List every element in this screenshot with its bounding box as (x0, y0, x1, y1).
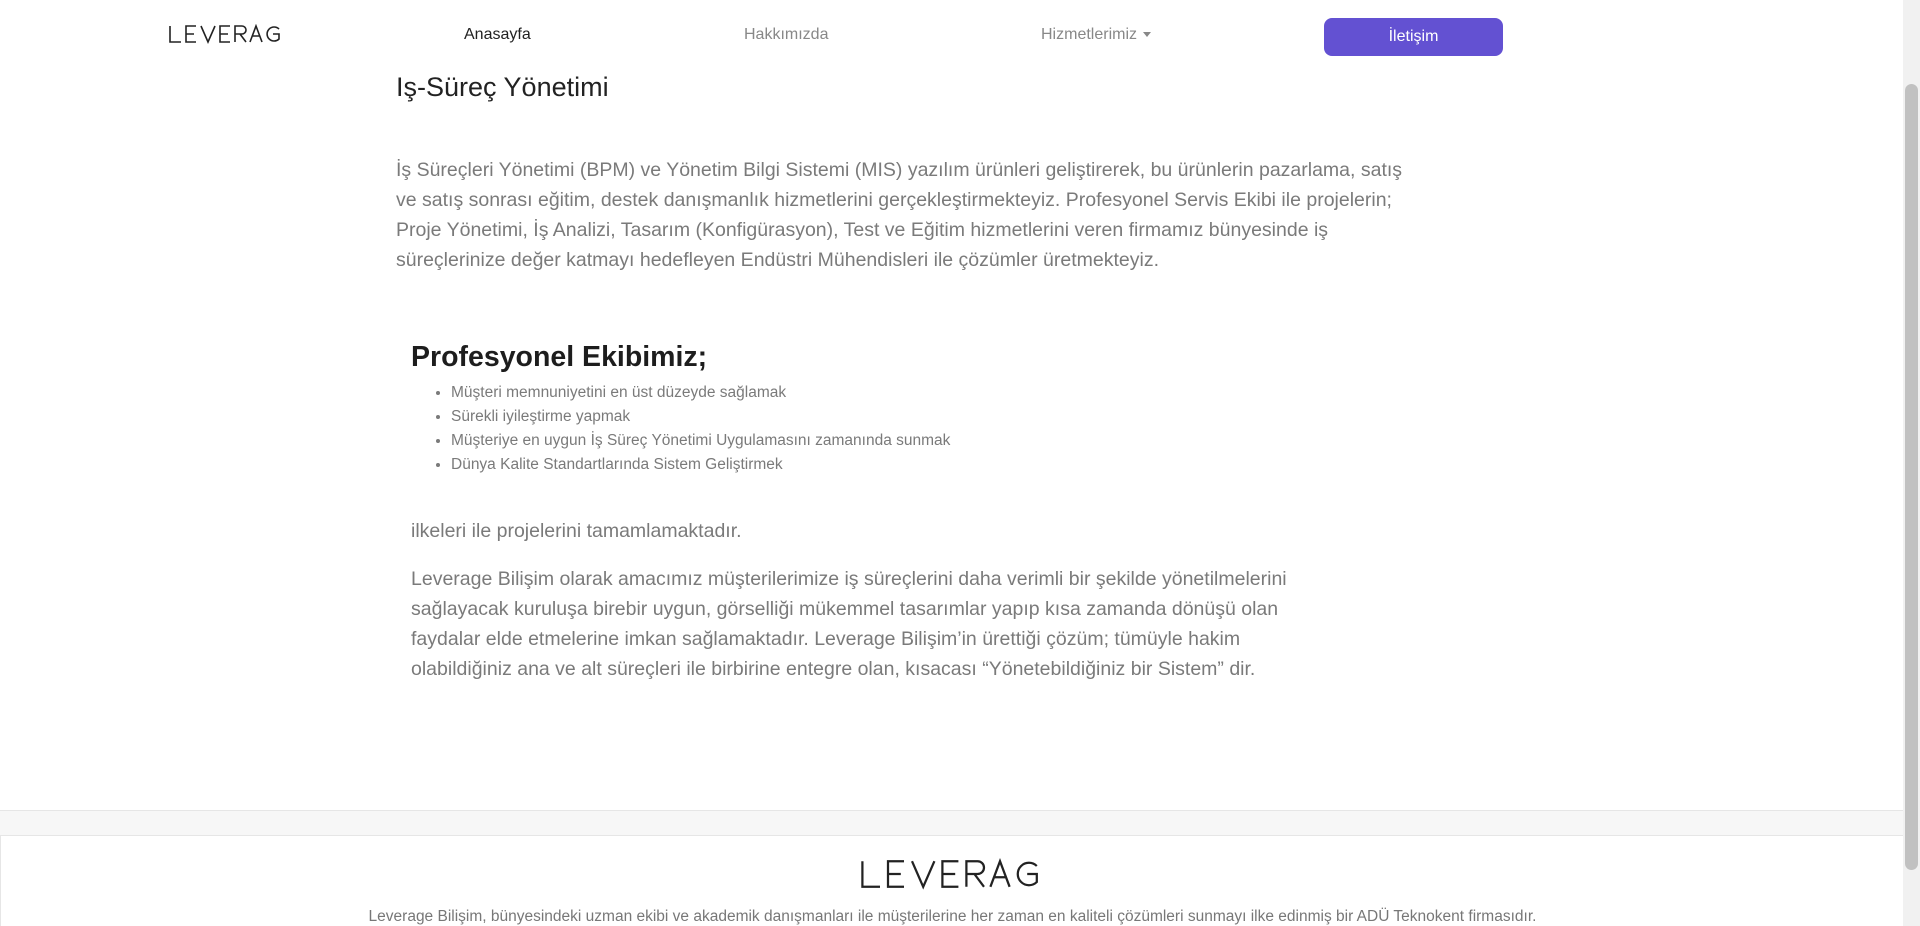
nav-services-label: Hizmetlerimiz (1041, 26, 1137, 43)
list-item: Dünya Kalite Standartlarında Sistem Geli… (451, 453, 950, 477)
team-principles-list: Müşteri memnuniyetini en üst düzeyde sağ… (451, 381, 950, 477)
caret-down-icon (1143, 32, 1151, 38)
nav-services-dropdown[interactable]: Hizmetlerimiz (1041, 26, 1151, 44)
scrollbar-thumb[interactable] (1905, 84, 1918, 870)
leverage-logo[interactable] (168, 24, 284, 44)
intro-paragraph: İş Süreçleri Yönetimi (BPM) ve Yönetim B… (396, 159, 1403, 271)
page-title: Iş-Süreç Yönetimi (396, 72, 609, 102)
footer-divider-band (0, 810, 1903, 836)
footer-description: Leverage Bilişim, bünyesindeki uzman eki… (368, 908, 1537, 925)
team-section-title: Profesyonel Ekibimiz; (411, 341, 708, 373)
principles-text: ilkeleri ile projelerini tamamlamaktadır… (411, 520, 742, 542)
list-item: Sürekli iyileştirme yapmak (451, 405, 950, 429)
footer: Leverage Bilişim, bünyesindeki uzman eki… (0, 836, 1903, 926)
list-item: Müşteri memnuniyetini en üst düzeyde sağ… (451, 381, 950, 405)
top-navbar: Anasayfa Hakkımızda Hizmetlerimiz İletiş… (0, 0, 1903, 72)
nav-about-link[interactable]: Hakkımızda (744, 26, 828, 44)
mission-paragraph: Leverage Bilişim olarak amacımız müşteri… (411, 568, 1287, 680)
footer-leverage-logo[interactable] (839, 858, 1065, 890)
nav-home-link[interactable]: Anasayfa (464, 26, 531, 44)
list-item: Müşteriye en uygun İş Süreç Yönetimi Uyg… (451, 429, 950, 453)
contact-button[interactable]: İletişim (1324, 18, 1503, 56)
